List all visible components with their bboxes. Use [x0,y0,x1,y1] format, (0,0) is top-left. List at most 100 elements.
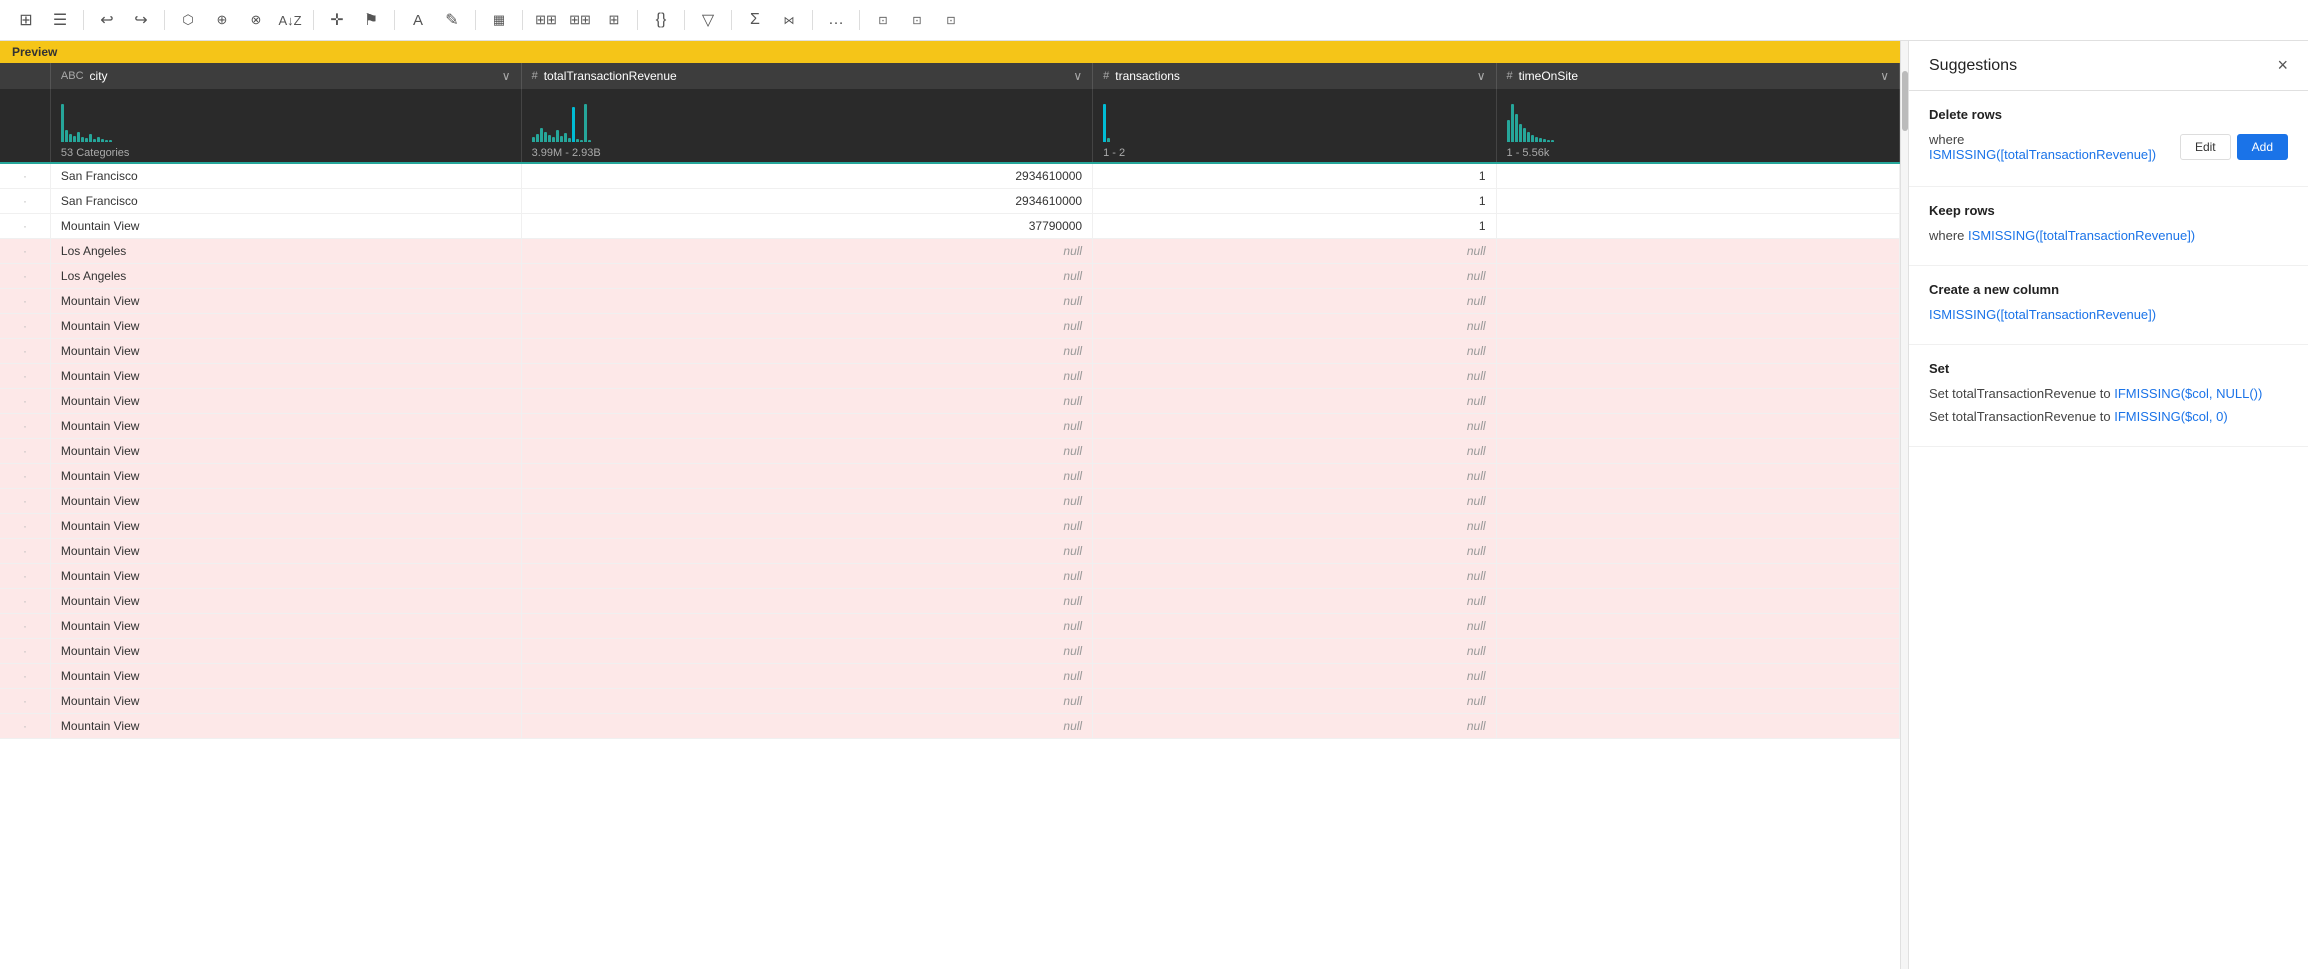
timeonsite-cell [1496,314,1899,339]
suggestions-header: Suggestions × [1909,41,2308,91]
transactions-sort-icon[interactable]: ∨ [1477,69,1486,83]
timeonsite-cell [1496,389,1899,414]
timeonsite-cell [1496,163,1899,189]
hist-bar [540,128,543,142]
hist-bar [1519,124,1522,142]
row-indicator-cell: · [0,589,50,614]
delete-rows-section: Delete rows where ISMISSING([totalTransa… [1909,91,2308,187]
formula-bar-icon[interactable]: ⊞⊞ [532,6,560,34]
menu-icon[interactable]: ☰ [46,6,74,34]
city-stats: 53 Categories [50,144,521,163]
table-row: · Mountain View null null [0,564,1900,589]
revenue-cell: null [521,714,1093,739]
revenue-cell: null [521,339,1093,364]
scrollbar-thumb[interactable] [1902,71,1908,131]
edit-button[interactable]: Edit [2180,134,2231,160]
table-row: · Mountain View null null [0,614,1900,639]
transactions-column-header[interactable]: # transactions ∨ [1093,63,1496,89]
add-button[interactable]: Add [2237,134,2288,160]
preview-label: Preview [12,45,57,59]
timeonsite-cell [1496,464,1899,489]
redo-icon[interactable]: ↪ [127,6,155,34]
sort-az-icon[interactable]: A↓Z [276,6,304,34]
transactions-cell: null [1093,614,1496,639]
row-indicator-cell: · [0,339,50,364]
hist-bar [580,140,583,142]
city-cell: Los Angeles [50,239,521,264]
sigma-icon2[interactable]: Σ [741,6,769,34]
table-row: · Mountain View null null [0,339,1900,364]
transactions-cell: null [1093,239,1496,264]
toolbar-separator-5 [475,10,476,30]
create-column-link[interactable]: ISMISSING([totalTransactionRevenue]) [1929,307,2156,322]
timeonsite-cell [1496,439,1899,464]
keep-rows-link[interactable]: ISMISSING([totalTransactionRevenue]) [1968,228,2195,243]
transactions-cell: null [1093,364,1496,389]
city-cell: Mountain View [50,639,521,664]
join-icon[interactable]: ⊗ [242,6,270,34]
revenue-sort-icon[interactable]: ∨ [1073,69,1082,83]
merge-icon2[interactable]: ⋈ [775,6,803,34]
revenue-type-badge: # [532,70,538,82]
set-link-1[interactable]: IFMISSING($col, NULL()) [2114,386,2262,401]
timeonsite-column-header[interactable]: # timeOnSite ∨ [1496,63,1899,89]
vertical-scrollbar[interactable] [1900,41,1908,969]
hist-bar [1515,114,1518,142]
close-button[interactable]: × [2277,55,2288,76]
revenue-column-header[interactable]: # totalTransactionRevenue ∨ [521,63,1093,89]
timeonsite-sort-icon[interactable]: ∨ [1880,69,1889,83]
revenue-cell: null [521,439,1093,464]
transactions-cell: null [1093,389,1496,414]
revenue-cell: null [521,464,1093,489]
revenue-cell: null [521,489,1093,514]
row-indicator-header [0,63,50,89]
toolbar-separator-9 [731,10,732,30]
undo-icon[interactable]: ↩ [93,6,121,34]
hist-bar [588,140,591,142]
transactions-cell: 1 [1093,189,1496,214]
delete-rows-link[interactable]: ISMISSING([totalTransactionRevenue]) [1929,147,2156,162]
row-indicator-cell: · [0,189,50,214]
layout-icon[interactable]: ⊡ [937,6,965,34]
city-cell: Mountain View [50,589,521,614]
edit-text-icon[interactable]: ✎ [438,6,466,34]
city-column-header[interactable]: ABC city ∨ [50,63,521,89]
more-tools-icon[interactable]: … [822,6,850,34]
grid-view-icon[interactable]: ⊡ [903,6,931,34]
row-indicator-cell: · [0,689,50,714]
formula3-icon[interactable]: ⊞ [600,6,628,34]
table-wrapper[interactable]: ABC city ∨ # totalTransactionRevenue ∨ [0,63,1900,969]
transform-cluster-icon[interactable]: ⬡ [174,6,202,34]
formula2-icon[interactable]: ⊞⊞ [566,6,594,34]
row-indicator-cell: · [0,414,50,439]
revenue-col-label: totalTransactionRevenue [544,69,677,83]
keep-rows-title: Keep rows [1929,203,2288,218]
revenue-cell: 2934610000 [521,163,1093,189]
delete-rows-text: where ISMISSING([totalTransactionRevenue… [1929,132,2170,162]
timeonsite-col-label: timeOnSite [1519,69,1578,83]
text-format-icon[interactable]: A [404,6,432,34]
table-row: · Mountain View null null [0,314,1900,339]
hist-bar [1539,138,1542,142]
table-row: · Mountain View null null [0,289,1900,314]
filter-icon2[interactable]: ▽ [694,6,722,34]
split-icon[interactable]: ⊕ [208,6,236,34]
timeonsite-cell [1496,414,1899,439]
braces-icon[interactable]: {} [647,6,675,34]
crosshair-icon[interactable]: ✛ [323,6,351,34]
table-format-icon[interactable]: ▦ [485,6,513,34]
city-sort-icon[interactable]: ∨ [502,69,511,83]
transactions-cell: null [1093,439,1496,464]
set-link-2[interactable]: IFMISSING($col, 0) [2114,409,2227,424]
flag2-icon[interactable]: ⚑ [357,6,385,34]
timeonsite-cell [1496,714,1899,739]
revenue-cell: null [521,389,1093,414]
transactions-cell: null [1093,564,1496,589]
keep-rows-section: Keep rows where ISMISSING([totalTransact… [1909,187,2308,266]
revenue-cell: null [521,314,1093,339]
view-options-icon[interactable]: ⊡ [869,6,897,34]
hist-bar [576,139,579,142]
grid-icon[interactable]: ⊞ [12,6,40,34]
toolbar-separator-1 [83,10,84,30]
toolbar-separator-8 [684,10,685,30]
